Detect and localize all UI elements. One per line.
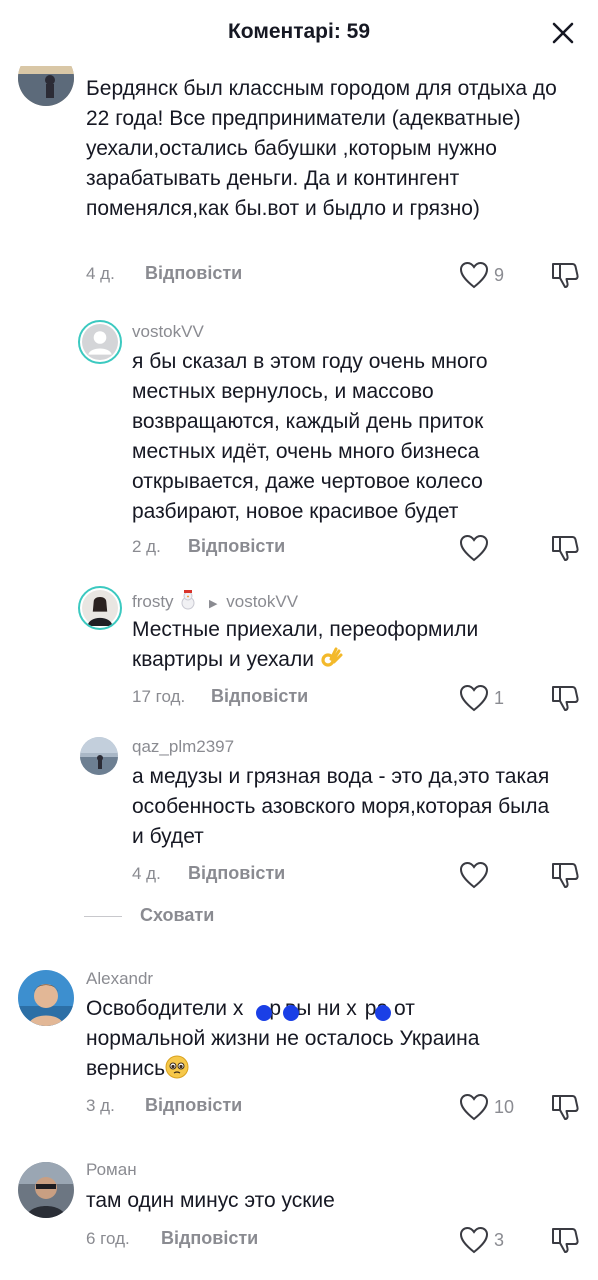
dislike-icon[interactable]	[549, 683, 581, 713]
comment-time: 2 д.	[132, 537, 161, 556]
comment-time: 4 д.	[86, 264, 115, 283]
pleading-face-emoji	[165, 1055, 189, 1079]
username[interactable]: Alexandr	[86, 969, 153, 989]
avatar[interactable]	[78, 320, 122, 364]
text-segment: Освободители х	[86, 997, 244, 1020]
censor-dot	[256, 1005, 272, 1021]
like-button[interactable]	[458, 860, 494, 890]
avatar[interactable]	[18, 970, 74, 1026]
dislike-icon[interactable]	[549, 1225, 581, 1255]
like-count: 1	[494, 687, 505, 708]
username[interactable]: frosty ▶ vostokVV	[132, 590, 298, 612]
heart-icon	[459, 1226, 489, 1254]
censor-dot	[375, 1005, 391, 1021]
heart-icon	[459, 534, 489, 562]
reply-button[interactable]: Відповісти	[188, 536, 285, 557]
comment-text-content: Местные приехали, переоформили квартиры …	[132, 618, 479, 671]
like-button[interactable]	[458, 533, 494, 563]
avatar[interactable]	[18, 1162, 74, 1218]
comment-text: Местные приехали, переоформили квартиры …	[132, 615, 562, 675]
comments-count-title: Коментарі: 59	[227, 20, 371, 43]
dislike-icon[interactable]	[549, 533, 581, 563]
avatar[interactable]	[78, 586, 122, 630]
dislike-icon[interactable]	[549, 260, 581, 290]
like-button[interactable]: 10	[458, 1092, 514, 1122]
like-button[interactable]: 3	[458, 1225, 504, 1255]
reply-button[interactable]: Відповісти	[161, 1228, 258, 1249]
comment-text: а медузы и грязная вода - это да,это так…	[132, 765, 550, 848]
reply-button[interactable]: Відповісти	[145, 263, 242, 284]
comments-header: Коментарі: 59	[0, 0, 598, 66]
like-button[interactable]: 1	[458, 683, 504, 713]
comment-time: 17 год.	[132, 687, 186, 706]
close-icon[interactable]	[548, 18, 578, 48]
heart-icon	[459, 261, 489, 289]
comment-text: Освободители хрвы ни хра от нормальной ж…	[86, 994, 562, 1084]
heart-icon	[459, 1093, 489, 1121]
heart-icon	[459, 684, 489, 712]
like-count: 9	[494, 264, 505, 285]
username[interactable]: vostokVV	[132, 322, 204, 342]
reply-button[interactable]: Відповісти	[211, 686, 308, 707]
dislike-icon[interactable]	[549, 1092, 581, 1122]
censor-dot	[283, 1005, 299, 1021]
comment-time: 4 д.	[132, 864, 161, 883]
username[interactable]: Роман	[86, 1160, 137, 1180]
reply-to-username[interactable]: vostokVV	[226, 592, 298, 611]
username-text: frosty	[132, 592, 174, 611]
hide-replies-button[interactable]: Сховати	[140, 905, 214, 926]
divider-line	[84, 916, 122, 917]
username[interactable]: qaz_plm2397	[132, 737, 234, 757]
ok-hand-emoji	[320, 646, 344, 670]
reply-arrow-icon: ▶	[209, 598, 218, 610]
like-count: 10	[494, 1096, 515, 1117]
like-count: 3	[494, 1229, 505, 1250]
comment-text: я бы сказал в этом году очень много мест…	[132, 350, 488, 523]
comment-text: Бердянск был классным городом для отдыха…	[86, 77, 557, 220]
avatar[interactable]	[80, 737, 118, 775]
dislike-icon[interactable]	[549, 860, 581, 890]
like-button[interactable]: 9	[458, 260, 504, 290]
text-segment: нормальной жизни не осталось Украина вер…	[86, 1027, 480, 1080]
snowman-emoji	[178, 590, 198, 610]
comment-text: там один минус это уские	[86, 1189, 335, 1212]
comment-time: 3 д.	[86, 1096, 115, 1115]
comment-time: 6 год.	[86, 1229, 130, 1248]
reply-button[interactable]: Відповісти	[188, 863, 285, 884]
reply-button[interactable]: Відповісти	[145, 1095, 242, 1116]
heart-icon	[459, 861, 489, 889]
